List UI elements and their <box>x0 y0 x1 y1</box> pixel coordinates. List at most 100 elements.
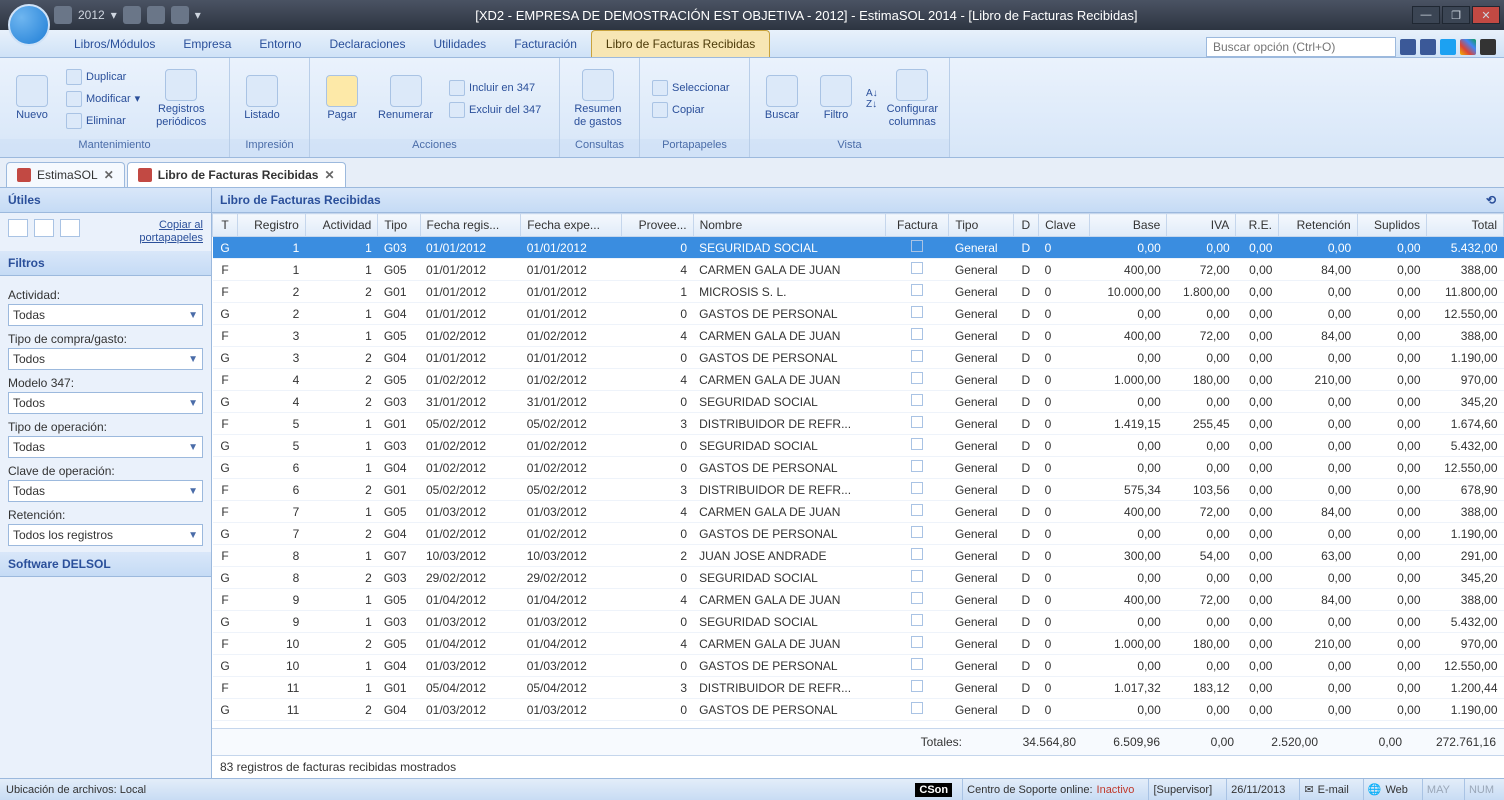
filter-combo-0[interactable]: Todas▼ <box>8 304 203 326</box>
col-header-12[interactable]: Base <box>1090 214 1167 237</box>
table-row[interactable]: F22G0101/01/201201/01/20121MICROSIS S. L… <box>213 281 1504 303</box>
minimize-button[interactable]: — <box>1412 6 1440 24</box>
table-row[interactable]: G42G0331/01/201231/01/20120SEGURIDAD SOC… <box>213 391 1504 413</box>
qat-lock-icon[interactable] <box>147 6 165 24</box>
table-row[interactable]: G51G0301/02/201201/02/20120SEGURIDAD SOC… <box>213 435 1504 457</box>
configurar-columnas-button[interactable]: Configurar columnas <box>884 67 941 129</box>
refresh-icon[interactable]: ⟲ <box>1486 193 1496 207</box>
factura-checkbox[interactable] <box>911 350 923 362</box>
doc-tab-1[interactable]: Libro de Facturas Recibidas✕ <box>127 162 346 187</box>
seleccionar-button[interactable]: Seleccionar <box>648 78 733 98</box>
col-header-9[interactable]: Tipo <box>949 214 1013 237</box>
factura-checkbox[interactable] <box>911 680 923 692</box>
menu-tab-3[interactable]: Declaraciones <box>315 31 419 57</box>
table-row[interactable]: G112G0401/03/201201/03/20120GASTOS DE PE… <box>213 699 1504 721</box>
filter-combo-1[interactable]: Todos▼ <box>8 348 203 370</box>
factura-checkbox[interactable] <box>911 306 923 318</box>
app-logo-icon[interactable] <box>8 4 50 46</box>
factura-checkbox[interactable] <box>911 262 923 274</box>
close-button[interactable]: ✕ <box>1472 6 1500 24</box>
factura-checkbox[interactable] <box>911 636 923 648</box>
col-header-1[interactable]: Registro <box>238 214 306 237</box>
col-header-6[interactable]: Provee... <box>621 214 693 237</box>
qat-refresh-icon[interactable] <box>171 6 189 24</box>
modificar-button[interactable]: Modificar ▾ <box>62 89 144 109</box>
table-row[interactable]: F81G0710/03/201210/03/20122JUAN JOSE AND… <box>213 545 1504 567</box>
col-header-8[interactable]: Factura <box>886 214 949 237</box>
col-header-15[interactable]: Retención <box>1278 214 1357 237</box>
col-header-0[interactable]: T <box>213 214 238 237</box>
factura-checkbox[interactable] <box>911 526 923 538</box>
table-row[interactable]: G61G0401/02/201201/02/20120GASTOS DE PER… <box>213 457 1504 479</box>
software-delsol-header[interactable]: Software DELSOL <box>0 552 211 577</box>
orden-button[interactable]: A↓Z↓ <box>866 88 878 110</box>
util-tool-3[interactable] <box>60 219 80 237</box>
filtro-button[interactable]: Filtro <box>812 73 860 123</box>
web-link[interactable]: 🌐 Web <box>1363 779 1412 800</box>
eliminar-button[interactable]: Eliminar <box>62 111 144 131</box>
col-header-17[interactable]: Total <box>1427 214 1504 237</box>
col-header-7[interactable]: Nombre <box>693 214 886 237</box>
menu-tab-0[interactable]: Libros/Módulos <box>60 31 169 57</box>
filter-combo-2[interactable]: Todos▼ <box>8 392 203 414</box>
factura-checkbox[interactable] <box>911 482 923 494</box>
duplicar-button[interactable]: Duplicar <box>62 67 144 87</box>
table-row[interactable]: F51G0105/02/201205/02/20123DISTRIBUIDOR … <box>213 413 1504 435</box>
factura-checkbox[interactable] <box>911 438 923 450</box>
search-input[interactable] <box>1206 37 1396 57</box>
excluir-347-button[interactable]: Excluir del 347 <box>445 100 545 120</box>
search-go-icon[interactable] <box>1400 39 1416 55</box>
col-header-13[interactable]: IVA <box>1167 214 1236 237</box>
listado-button[interactable]: Listado <box>238 73 286 123</box>
email-link[interactable]: ✉ E-mail <box>1299 779 1352 800</box>
menu-tab-2[interactable]: Entorno <box>245 31 315 57</box>
table-row[interactable]: F102G0501/04/201201/04/20124CARMEN GALA … <box>213 633 1504 655</box>
table-row[interactable]: G11G0301/01/201201/01/20120SEGURIDAD SOC… <box>213 237 1504 259</box>
col-header-14[interactable]: R.E. <box>1236 214 1279 237</box>
factura-checkbox[interactable] <box>911 460 923 472</box>
factura-checkbox[interactable] <box>911 658 923 670</box>
copiar-button[interactable]: Copiar <box>648 100 733 120</box>
doc-tab-0[interactable]: EstimaSOL✕ <box>6 162 125 187</box>
maximize-button[interactable]: ❐ <box>1442 6 1470 24</box>
table-row[interactable]: G21G0401/01/201201/01/20120GASTOS DE PER… <box>213 303 1504 325</box>
twitter-icon[interactable] <box>1440 39 1456 55</box>
factura-checkbox[interactable] <box>911 416 923 428</box>
col-header-4[interactable]: Fecha regis... <box>420 214 521 237</box>
col-header-5[interactable]: Fecha expe... <box>521 214 622 237</box>
util-tool-2[interactable] <box>34 219 54 237</box>
nuevo-button[interactable]: Nuevo <box>8 73 56 123</box>
renumerar-button[interactable]: Renumerar <box>372 73 439 123</box>
factura-checkbox[interactable] <box>911 592 923 604</box>
table-row[interactable]: G82G0329/02/201229/02/20120SEGURIDAD SOC… <box>213 567 1504 589</box>
incluir-347-button[interactable]: Incluir en 347 <box>445 78 545 98</box>
filter-combo-3[interactable]: Todas▼ <box>8 436 203 458</box>
filter-combo-4[interactable]: Todas▼ <box>8 480 203 502</box>
factura-checkbox[interactable] <box>911 394 923 406</box>
filter-combo-5[interactable]: Todos los registros▼ <box>8 524 203 546</box>
table-row[interactable]: F62G0105/02/201205/02/20123DISTRIBUIDOR … <box>213 479 1504 501</box>
help-icon[interactable] <box>1480 39 1496 55</box>
util-tool-1[interactable] <box>8 219 28 237</box>
menu-tab-4[interactable]: Utilidades <box>419 31 500 57</box>
resumen-gastos-button[interactable]: Resumen de gastos <box>568 67 628 129</box>
col-header-11[interactable]: Clave <box>1039 214 1090 237</box>
table-row[interactable]: G72G0401/02/201201/02/20120GASTOS DE PER… <box>213 523 1504 545</box>
factura-checkbox[interactable] <box>911 328 923 340</box>
factura-checkbox[interactable] <box>911 548 923 560</box>
factura-checkbox[interactable] <box>911 614 923 626</box>
table-row[interactable]: G101G0401/03/201201/03/20120GASTOS DE PE… <box>213 655 1504 677</box>
menu-tab-1[interactable]: Empresa <box>169 31 245 57</box>
factura-checkbox[interactable] <box>911 702 923 714</box>
col-header-2[interactable]: Actividad <box>305 214 377 237</box>
close-tab-icon[interactable]: ✕ <box>104 168 114 182</box>
table-row[interactable]: F111G0105/04/201205/04/20123DISTRIBUIDOR… <box>213 677 1504 699</box>
factura-checkbox[interactable] <box>911 504 923 516</box>
col-header-16[interactable]: Suplidos <box>1357 214 1426 237</box>
qat-folder-icon[interactable] <box>123 6 141 24</box>
registros-periodicos-button[interactable]: Registros periódicos <box>150 67 212 129</box>
google-icon[interactable] <box>1460 39 1476 55</box>
table-row[interactable]: G91G0301/03/201201/03/20120SEGURIDAD SOC… <box>213 611 1504 633</box>
factura-checkbox[interactable] <box>911 240 923 252</box>
facebook-icon[interactable] <box>1420 39 1436 55</box>
